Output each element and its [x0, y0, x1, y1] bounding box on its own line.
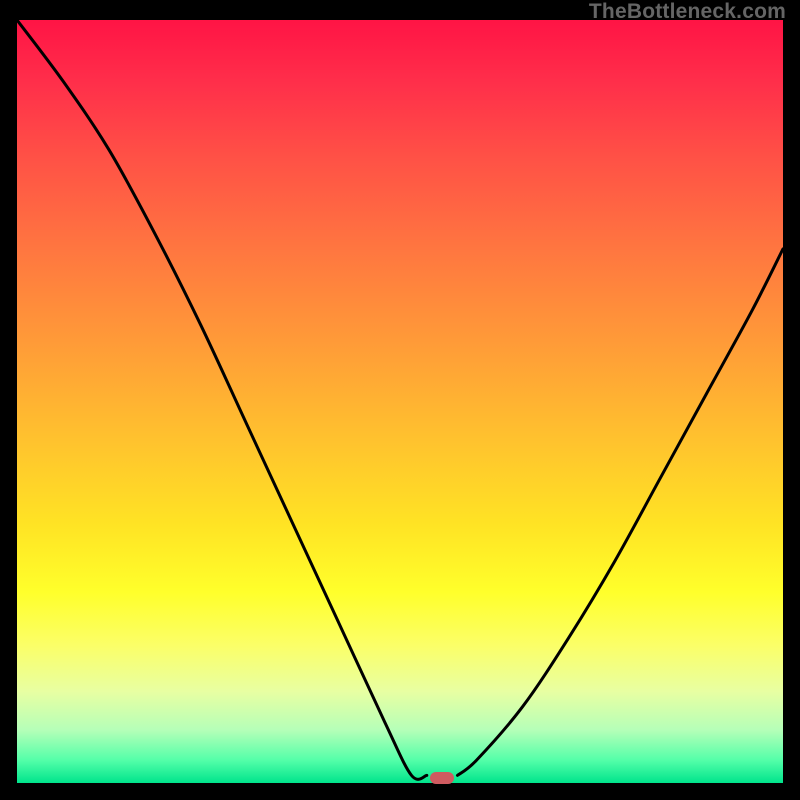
curve-layer: [17, 20, 783, 783]
bottleneck-curve-right: [457, 249, 783, 775]
chart-frame: TheBottleneck.com: [0, 0, 800, 800]
optimum-marker: [430, 772, 454, 784]
bottleneck-curve-left: [17, 20, 427, 779]
watermark-text: TheBottleneck.com: [589, 0, 786, 24]
